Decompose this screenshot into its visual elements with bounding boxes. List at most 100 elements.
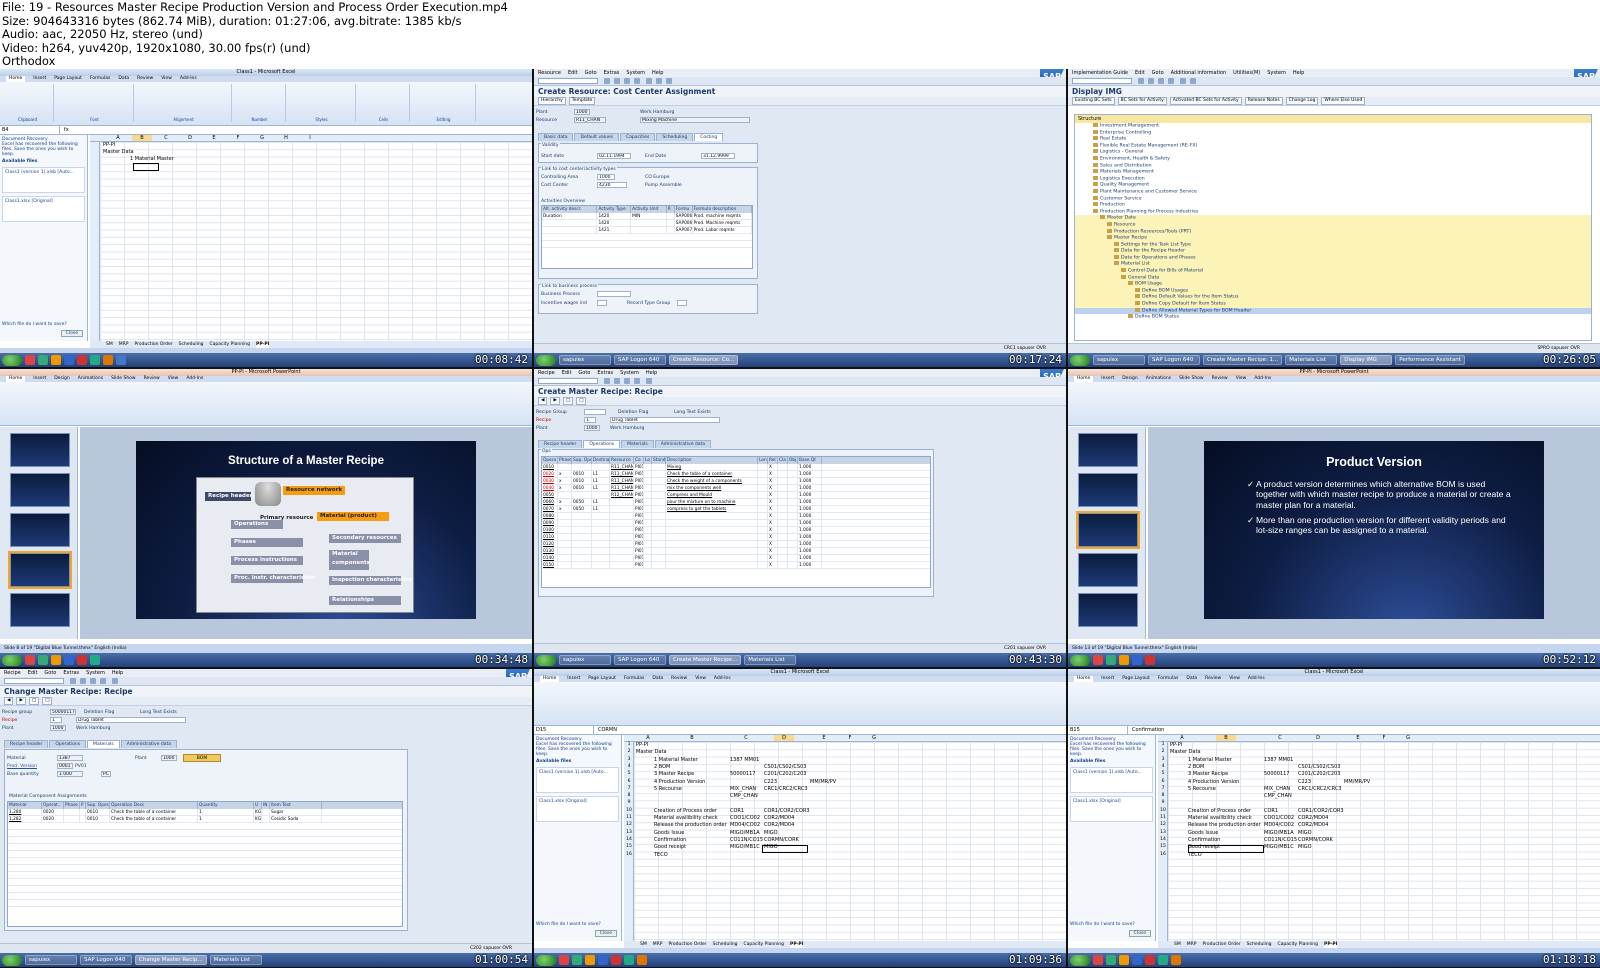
tab-materials[interactable]: Materials (621, 440, 654, 448)
recovered-file-1[interactable]: Class1 (version 1).xlsb [Auto... (2, 167, 85, 193)
app-icon[interactable] (38, 655, 48, 665)
command-field[interactable] (1072, 78, 1132, 84)
tab-default-values[interactable]: Default values (574, 133, 619, 141)
app-icon[interactable] (38, 355, 48, 365)
recipe-group-field[interactable]: 50000117 (50, 709, 76, 715)
cell-d6[interactable]: C223 (764, 779, 777, 786)
cell-b11[interactable]: Material availibility check (1188, 815, 1252, 822)
tree-node[interactable]: Production Planning for Process Industri… (1075, 208, 1591, 216)
menu-item[interactable]: Additional information (1171, 69, 1227, 77)
cell-d13[interactable]: MIGO (1298, 830, 1312, 837)
resource-desc-field[interactable]: Mixing Machine (640, 117, 750, 123)
taskbar-button[interactable]: sapuiex (559, 655, 611, 665)
command-field[interactable] (538, 78, 598, 84)
close-button[interactable]: Close (594, 930, 617, 937)
ribbon[interactable] (1068, 682, 1600, 726)
tab-administrative-data[interactable]: Administrative data (120, 740, 178, 748)
cell-c7[interactable]: MIX_CHAN (730, 786, 756, 793)
slide-thumbnail-active[interactable] (1076, 511, 1140, 549)
menu-item[interactable]: Implementation Guide (1072, 69, 1128, 77)
app-icon[interactable] (51, 655, 61, 665)
table-row[interactable]: 0090 PI01 X 1.000 (542, 520, 930, 527)
cell-c11[interactable]: COO1/CO02 (1264, 815, 1294, 822)
table-row[interactable]: 0040 x 0010 L1 R11_CHAN PI01 mix the component… (542, 485, 930, 492)
component-assignments-table[interactable]: MaterialOperat..PhasePSup. OperationOper… (7, 801, 403, 927)
name-box[interactable]: D15 (534, 726, 594, 734)
tree-node[interactable]: Master Recipe (1075, 235, 1591, 242)
plant-field-2[interactable]: 1000 (161, 755, 177, 761)
start-button[interactable] (1070, 654, 1090, 666)
deletion-flag-checkbox[interactable]: Deletion Flag (618, 410, 648, 415)
tree-node[interactable]: Material List (1075, 261, 1591, 269)
table-row[interactable]: 0150 PI01 X 1.000 (542, 562, 930, 569)
menu-item[interactable]: Help (652, 69, 663, 77)
app-icon[interactable] (585, 955, 595, 965)
app-icon[interactable] (77, 355, 87, 365)
app-icon[interactable] (624, 955, 634, 965)
menu-item[interactable]: Edit (568, 69, 578, 77)
menu-item[interactable]: Edit (28, 669, 38, 677)
start-button[interactable] (1070, 954, 1090, 966)
tab-recipe-header[interactable]: Recipe header (538, 440, 583, 448)
prod-version-field[interactable]: 0001 (57, 763, 73, 769)
app-icon[interactable] (1093, 955, 1103, 965)
table-row[interactable]: 0120 PI01 X 1.000 (542, 541, 930, 548)
taskbar-button[interactable]: SAP Logon 640 (80, 955, 132, 965)
cell-c3[interactable]: 1387 MM01 (730, 757, 759, 764)
cell-c5[interactable]: 50000117 (730, 771, 755, 778)
table-row[interactable] (8, 900, 402, 907)
tab-scheduling[interactable]: Scheduling (656, 133, 694, 141)
cell-c8[interactable]: CMP_CHAN (730, 793, 758, 800)
taskbar-button-active[interactable]: Change Master Recip... (135, 955, 207, 965)
alignment-group[interactable]: Alignment (136, 84, 232, 122)
table-row[interactable] (542, 234, 752, 241)
tree-node[interactable]: Define Copy Default for Item Status (1075, 301, 1591, 308)
bc-sets-activity-button[interactable]: BC Sets for Activity (1117, 97, 1167, 105)
cell-c13[interactable]: MIGO/MB1A (1264, 830, 1294, 837)
taskbar-button[interactable]: Performance Assistant (1395, 355, 1465, 365)
cell-a2[interactable]: Master Data (636, 749, 667, 756)
template-button[interactable]: Template (568, 97, 596, 105)
img-structure-tree[interactable]: Structure Investment Management Enterpris… (1074, 114, 1592, 341)
cell-b10[interactable]: Creation of Process order (1188, 808, 1251, 815)
cell-d15[interactable]: MIGO (1298, 844, 1312, 851)
table-row[interactable] (8, 879, 402, 886)
cell-c14[interactable]: CO11N/CO15 (1264, 837, 1297, 844)
which-file-link[interactable]: Which file do I want to save? (1070, 922, 1135, 927)
table-row[interactable] (8, 851, 402, 858)
cell-d14[interactable]: CORMN/CORK (764, 837, 799, 844)
app-icon[interactable] (116, 355, 126, 365)
cost-center-field[interactable]: 4230 (597, 182, 627, 188)
table-row[interactable]: 0110 PI01 X 1.000 (542, 534, 930, 541)
app-icon[interactable] (1145, 655, 1155, 665)
cell-c15[interactable]: MIGO/MB1C (1264, 844, 1294, 851)
app-icon[interactable] (1132, 655, 1142, 665)
recipe-desc-field[interactable]: Drug Tablet (76, 717, 186, 723)
taskbar-button-active[interactable]: Create Master Recipe... (669, 655, 742, 665)
cell-a2[interactable]: Master Data (1170, 749, 1201, 756)
cell-c13[interactable]: MIGO/MB1A (730, 830, 760, 837)
cell-b5[interactable]: 3 Master Recipe (654, 771, 694, 778)
sap-menu-bar[interactable]: RecipeEditGotoExtrasSystemHelp SAP (0, 669, 532, 684)
table-row[interactable]: 0100 PI01 X 1.000 (542, 527, 930, 534)
cell-b6[interactable]: 4 Production Version (654, 779, 705, 786)
cell-d10[interactable]: COR1/COR2/COR3 (764, 808, 810, 815)
menu-item[interactable]: Recipe (4, 669, 21, 677)
cell-b12[interactable]: Release the production order (654, 822, 727, 829)
tree-node[interactable]: Settings for the Task List Type (1075, 241, 1591, 249)
where-else-used-button[interactable]: Where Else Used (1321, 97, 1366, 105)
taskbar-button[interactable]: sapuiex (559, 355, 611, 365)
app-icon[interactable] (598, 955, 608, 965)
cell-d6[interactable]: C223 (1298, 779, 1311, 786)
cell-c7[interactable]: MIX_CHAN (1264, 786, 1290, 793)
taskbar-button[interactable]: sapuiex (25, 955, 77, 965)
tree-node[interactable]: Quality Management (1075, 182, 1591, 189)
sap-menu-bar[interactable]: ResourceEditGotoExtrasSystemHelp SAP (534, 69, 1066, 84)
ribbon[interactable] (1068, 382, 1600, 426)
table-row[interactable]: 0050 R12_CHAN PI01 Compress and Mould X 1.000 (542, 492, 930, 499)
editing-group[interactable]: Editing (412, 84, 476, 122)
cell-d12[interactable]: COR2/MD04 (1298, 822, 1328, 829)
table-row[interactable]: Duration 1420 MIN SAP006 Prod. machine reqmt… (542, 213, 752, 220)
app-icon[interactable] (1093, 655, 1103, 665)
slide-thumbnail[interactable] (1078, 433, 1138, 467)
